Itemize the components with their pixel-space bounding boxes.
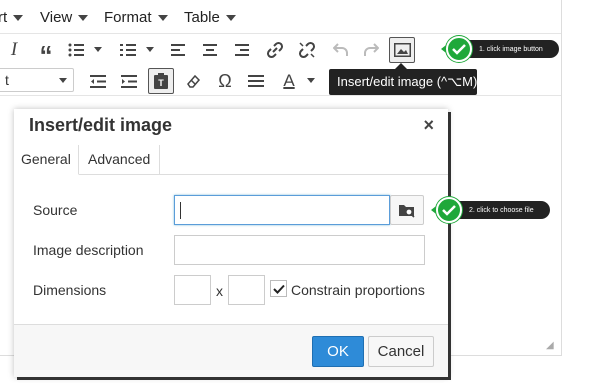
outdent-icon [90, 74, 106, 88]
special-character-button[interactable]: Ω [213, 69, 237, 93]
outdent-button[interactable] [86, 69, 110, 93]
eraser-icon [187, 74, 201, 88]
unlink-icon [298, 41, 316, 59]
source-label: Source [33, 202, 78, 218]
align-right-button[interactable] [230, 38, 254, 62]
chevron-down-icon[interactable] [146, 47, 154, 52]
remove-link-button[interactable] [295, 38, 319, 62]
ok-button[interactable]: OK [312, 336, 364, 367]
align-left-button[interactable] [166, 38, 190, 62]
folder-search-icon [399, 204, 415, 218]
insert-image-dialog: Insert/edit image × General Advanced Sou… [14, 109, 448, 377]
bullet-list-icon [68, 43, 84, 57]
constrain-proportions-label[interactable]: Constrain proportions [291, 282, 425, 298]
align-center-button[interactable] [198, 38, 222, 62]
insert-image-tooltip: Insert/edit image (^⌥M) [329, 63, 478, 95]
redo-button[interactable] [359, 38, 383, 62]
tooltip-text: Insert/edit image (^⌥M) [337, 74, 478, 89]
text-cursor [180, 202, 181, 219]
image-description-label: Image description [33, 242, 144, 258]
menu-table[interactable]: Table [184, 9, 236, 26]
checkmark-icon [272, 284, 285, 294]
width-input[interactable] [174, 275, 211, 305]
chevron-down-icon [157, 15, 168, 22]
chevron-down-icon [78, 15, 89, 22]
undo-button[interactable] [329, 38, 353, 62]
chevron-down-icon [225, 15, 236, 22]
browse-file-button[interactable] [390, 195, 424, 225]
dimensions-label: Dimensions [33, 282, 107, 298]
insert-image-button[interactable] [389, 37, 415, 63]
dialog-tabs: General Advanced [14, 145, 448, 175]
link-icon [266, 41, 284, 59]
image-description-input[interactable] [174, 235, 425, 265]
numbered-list-icon [120, 44, 136, 56]
menu-format-label: Format [104, 9, 152, 26]
menu-view[interactable]: View [40, 9, 89, 26]
undo-icon [333, 43, 348, 56]
resize-grip-icon[interactable]: ◢ [546, 340, 554, 351]
dialog-header[interactable]: Insert/edit image × [14, 109, 448, 145]
step1-text: 1. click image button [479, 45, 543, 53]
blockquote-button[interactable]: “ [34, 38, 58, 70]
clear-formatting-button[interactable] [181, 69, 205, 93]
indent-icon [121, 74, 137, 88]
format-select[interactable]: t [0, 68, 74, 92]
redo-icon [364, 43, 379, 56]
format-select-value: t [5, 72, 9, 88]
omega-icon: Ω [218, 70, 232, 91]
italic-icon: I [10, 39, 18, 60]
align-center-icon [203, 44, 217, 56]
tab-general[interactable]: General [14, 145, 79, 175]
constrain-proportions-checkbox[interactable] [270, 280, 287, 297]
menu-view-label: View [40, 9, 73, 26]
menubar: rt View Format Table [0, 0, 561, 34]
tab-advanced[interactable]: Advanced [80, 145, 160, 175]
italic-button[interactable]: I [2, 38, 26, 62]
paste-text-icon: T [154, 73, 168, 89]
chevron-down-icon [13, 15, 24, 22]
source-input[interactable] [174, 195, 390, 225]
dimension-separator: x [216, 283, 223, 299]
text-color-icon: A [283, 71, 295, 90]
numbered-list-button[interactable] [116, 38, 154, 62]
check-icon [446, 36, 472, 62]
align-right-icon [235, 44, 249, 56]
horizontal-line-button[interactable] [244, 69, 268, 93]
menu-table-label: Table [184, 9, 220, 26]
paste-as-text-button[interactable]: T [148, 68, 174, 94]
align-left-icon [171, 44, 185, 56]
check-icon [436, 197, 462, 223]
menu-insert-label: rt [0, 9, 8, 26]
cancel-button[interactable]: Cancel [368, 336, 434, 367]
indent-button[interactable] [117, 69, 141, 93]
height-input[interactable] [228, 275, 265, 305]
horizontal-rule-icon [248, 75, 264, 87]
image-icon [393, 43, 411, 57]
step2-text: 2. click to choose file [469, 206, 534, 214]
chevron-down-icon[interactable] [307, 78, 315, 83]
chevron-down-icon[interactable] [94, 47, 102, 52]
text-color-button[interactable]: A [277, 69, 315, 93]
close-icon[interactable]: × [423, 115, 434, 136]
insert-link-button[interactable] [263, 38, 287, 62]
bullet-list-button[interactable] [64, 38, 102, 62]
chevron-down-icon [59, 78, 67, 83]
dialog-title: Insert/edit image [29, 115, 173, 135]
menu-format[interactable]: Format [104, 9, 168, 26]
menu-insert[interactable]: rt [0, 9, 24, 26]
dialog-footer: OK Cancel [14, 324, 448, 377]
svg-text:T: T [158, 78, 164, 88]
